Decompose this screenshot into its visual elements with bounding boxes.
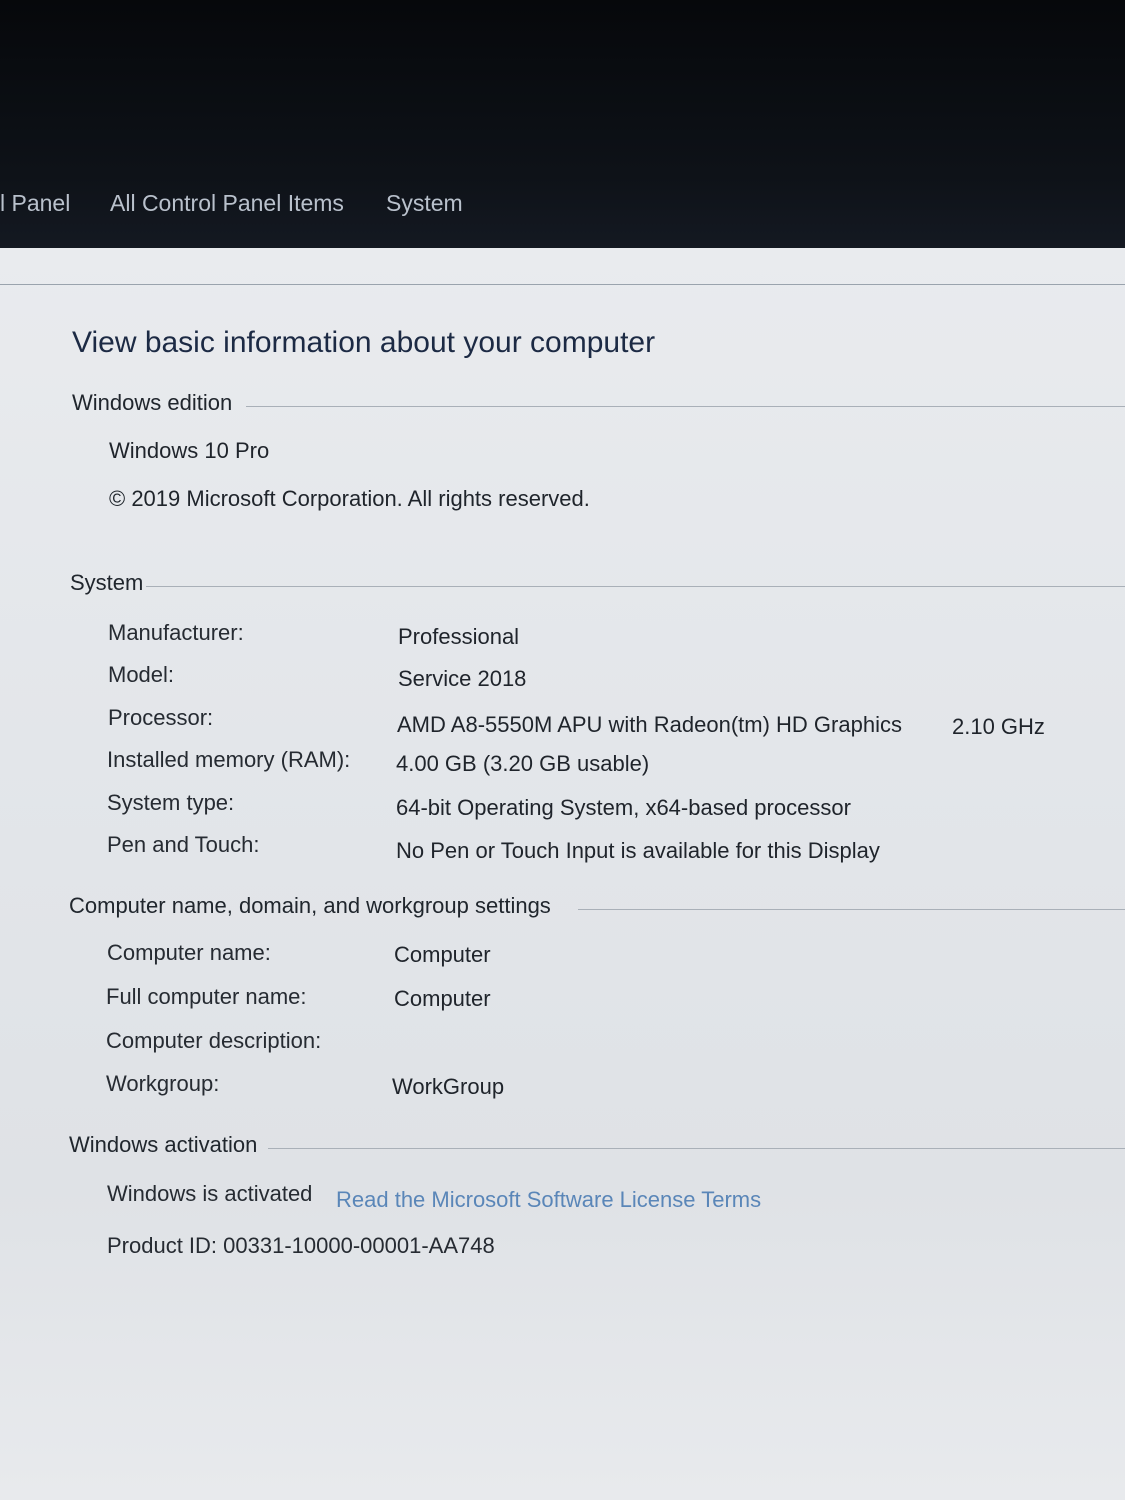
model-value: Service 2018 bbox=[398, 666, 527, 691]
section-divider bbox=[246, 406, 1125, 407]
installed-memory-value: 4.00 GB (3.20 GB usable) bbox=[396, 751, 650, 776]
pen-touch-value: No Pen or Touch Input is available for t… bbox=[396, 838, 880, 863]
system-type-value: 64-bit Operating System, x64-based proce… bbox=[396, 795, 851, 820]
full-computer-name-value: Computer bbox=[394, 986, 491, 1011]
section-divider bbox=[146, 586, 1125, 587]
computer-name-value: Computer bbox=[394, 942, 491, 967]
processor-label: Processor: bbox=[108, 705, 214, 730]
page-title: View basic information about your comput… bbox=[72, 326, 656, 359]
manufacturer-label: Manufacturer: bbox=[108, 620, 244, 645]
breadcrumb-item-system[interactable]: System bbox=[386, 190, 463, 217]
breadcrumb-item-all-control-panel-items[interactable]: All Control Panel Items bbox=[110, 190, 344, 217]
workgroup-value: WorkGroup bbox=[392, 1074, 505, 1099]
product-id: Product ID: 00331-10000-00001-AA748 bbox=[107, 1233, 495, 1258]
section-title-windows-activation: Windows activation bbox=[69, 1132, 258, 1157]
breadcrumb-item-control-panel[interactable]: l Panel bbox=[0, 190, 70, 217]
processor-speed-value: 2.10 GHz bbox=[952, 714, 1045, 739]
activation-status: Windows is activated bbox=[107, 1181, 313, 1206]
installed-memory-label: Installed memory (RAM): bbox=[107, 747, 351, 772]
model-label: Model: bbox=[108, 662, 175, 687]
license-terms-link[interactable]: Read the Microsoft Software License Term… bbox=[336, 1187, 761, 1213]
system-info-panel: View basic information about your comput… bbox=[0, 248, 1125, 1500]
processor-value: AMD A8-5550M APU with Radeon(tm) HD Grap… bbox=[397, 712, 902, 737]
workgroup-label: Workgroup: bbox=[106, 1071, 220, 1096]
section-title-system: System bbox=[70, 570, 144, 595]
computer-name-label: Computer name: bbox=[107, 940, 271, 965]
full-computer-name-label: Full computer name: bbox=[106, 984, 307, 1009]
section-title-windows-edition: Windows edition bbox=[72, 390, 233, 415]
pen-touch-label: Pen and Touch: bbox=[107, 832, 260, 857]
divider bbox=[0, 284, 1125, 285]
section-divider bbox=[578, 909, 1125, 910]
section-divider bbox=[268, 1148, 1125, 1149]
system-type-label: System type: bbox=[107, 790, 235, 815]
computer-description-label: Computer description: bbox=[106, 1028, 322, 1053]
section-title-computer-name: Computer name, domain, and workgroup set… bbox=[69, 893, 551, 918]
windows-edition-value: Windows 10 Pro bbox=[109, 438, 270, 463]
copyright-text: © 2019 Microsoft Corporation. All rights… bbox=[109, 486, 590, 511]
manufacturer-value: Professional bbox=[398, 624, 520, 649]
